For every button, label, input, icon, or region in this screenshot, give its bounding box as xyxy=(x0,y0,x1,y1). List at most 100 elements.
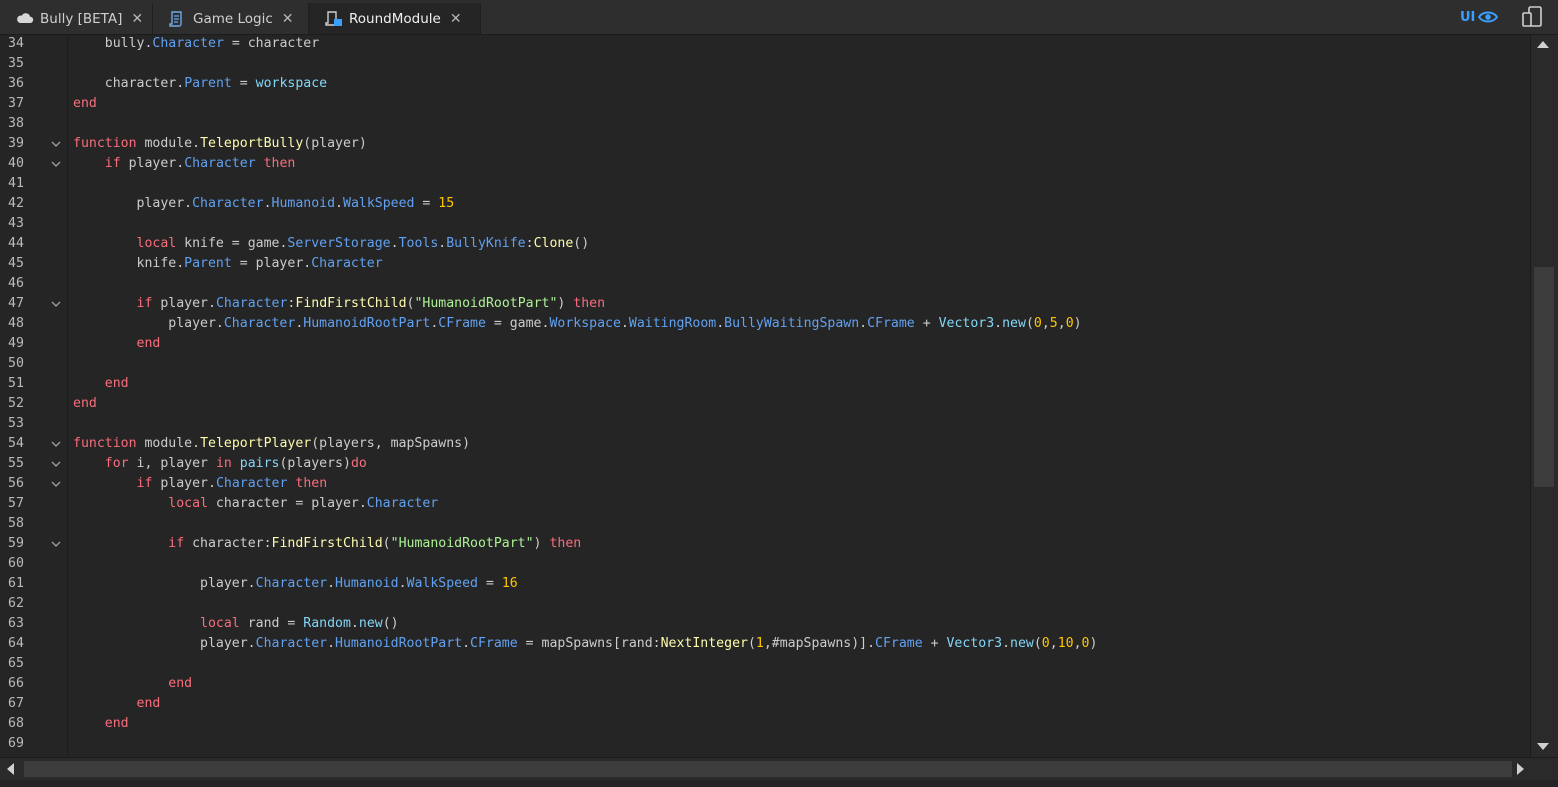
code-text: player.Character.Humanoid.WalkSpeed = 16 xyxy=(73,574,518,594)
code-line[interactable]: 49 end xyxy=(0,334,1530,354)
code-line[interactable]: 38 xyxy=(0,114,1530,134)
tab-game-logic[interactable]: Game Logic ✕ xyxy=(153,3,309,34)
code-line[interactable]: 66 end xyxy=(0,674,1530,694)
scroll-right-arrow-icon[interactable] xyxy=(1517,763,1524,775)
line-number: 34 xyxy=(8,36,24,51)
code-token: CFrame xyxy=(875,636,923,651)
line-number: 40 xyxy=(8,156,24,171)
code-line[interactable]: 50 xyxy=(0,354,1530,374)
code-token: ( xyxy=(747,636,756,651)
line-number: 42 xyxy=(8,196,24,211)
code-line[interactable]: 56 if player.Character then xyxy=(0,474,1530,494)
fold-chevron-icon[interactable] xyxy=(50,458,62,470)
fold-chevron-icon[interactable] xyxy=(50,478,62,490)
code-line[interactable]: 36 character.Parent = workspace xyxy=(0,74,1530,94)
code-text: player.Character.Humanoid.WalkSpeed = 15 xyxy=(73,194,455,214)
code-token: 0 xyxy=(1065,316,1074,331)
line-number: 54 xyxy=(8,436,24,451)
code-line[interactable]: 37 end xyxy=(0,94,1530,114)
code-token: knife. xyxy=(73,256,185,271)
vertical-scroll-thumb[interactable] xyxy=(1534,267,1554,487)
tab-roundmodule[interactable]: RoundModule ✕ xyxy=(309,3,481,34)
horizontal-scroll-thumb[interactable] xyxy=(24,761,1512,777)
device-emulator-button[interactable] xyxy=(1520,6,1544,28)
code-token: CFrame xyxy=(470,636,518,651)
scroll-left-arrow-icon[interactable] xyxy=(7,763,14,775)
scroll-down-arrow-icon[interactable] xyxy=(1537,743,1549,750)
close-icon[interactable]: ✕ xyxy=(131,11,143,27)
code-line[interactable]: 60 xyxy=(0,554,1530,574)
horizontal-scrollbar[interactable] xyxy=(0,757,1558,780)
script-editor[interactable]: 34 bully.Character = character 35 36 chara… xyxy=(0,35,1530,757)
code-line[interactable]: 59 if character:FindFirstChild("Humanoid… xyxy=(0,534,1530,554)
code-token: ) xyxy=(557,296,574,311)
code-token: end xyxy=(73,96,97,111)
code-line[interactable]: 43 xyxy=(0,214,1530,234)
code-token: "HumanoidRootPart" xyxy=(414,296,558,311)
fold-chevron-icon[interactable] xyxy=(50,138,62,150)
code-token: Character xyxy=(255,576,328,591)
ui-visibility-toggle[interactable]: UI xyxy=(1460,8,1499,26)
code-line[interactable]: 65 xyxy=(0,654,1530,674)
vertical-scrollbar[interactable] xyxy=(1530,35,1558,757)
code-token: Workspace xyxy=(549,316,621,331)
code-line[interactable]: 57 local character = player.Character xyxy=(0,494,1530,514)
code-token: end xyxy=(104,376,129,391)
code-line[interactable]: 51 end xyxy=(0,374,1530,394)
code-token: knife = game. xyxy=(176,236,288,251)
code-line[interactable]: 69 xyxy=(0,734,1530,754)
code-line[interactable]: 67 end xyxy=(0,694,1530,714)
code-token: pairs xyxy=(239,456,280,471)
code-line[interactable]: 55 for i, player in pairs(players)do xyxy=(0,454,1530,474)
code-line[interactable]: 40 if player.Character then xyxy=(0,154,1530,174)
fold-chevron-icon[interactable] xyxy=(50,538,62,550)
code-token: Character xyxy=(223,316,296,331)
code-line[interactable]: 35 xyxy=(0,54,1530,74)
code-line[interactable]: 44 local knife = game.ServerStorage.Tool… xyxy=(0,234,1530,254)
code-token: player. xyxy=(73,196,193,211)
code-line[interactable]: 48 player.Character.HumanoidRootPart.CFr… xyxy=(0,314,1530,334)
code-line[interactable]: 54 function module.TeleportPlayer(players… xyxy=(0,434,1530,454)
code-line[interactable]: 41 xyxy=(0,174,1530,194)
code-line[interactable]: 61 player.Character.Humanoid.WalkSpeed =… xyxy=(0,574,1530,594)
code-line[interactable]: 42 player.Character.Humanoid.WalkSpeed =… xyxy=(0,194,1530,214)
status-strip xyxy=(0,780,1558,787)
fold-chevron-icon[interactable] xyxy=(50,298,62,310)
line-number: 49 xyxy=(8,336,24,351)
code-token: character = player. xyxy=(207,496,367,511)
code-line[interactable]: 68 end xyxy=(0,714,1530,734)
code-token: . xyxy=(1002,636,1011,651)
code-token: ,#mapSpawns)]. xyxy=(763,636,876,651)
close-icon[interactable]: ✕ xyxy=(282,11,294,27)
tab-bully-beta[interactable]: Bully [BETA] ✕ xyxy=(0,3,153,34)
code-line[interactable]: 63 local rand = Random.new() xyxy=(0,614,1530,634)
line-number: 43 xyxy=(8,216,24,231)
code-line[interactable]: 34 bully.Character = character xyxy=(0,35,1530,54)
code-token: 0 xyxy=(1033,316,1042,331)
code-token: . xyxy=(327,636,336,651)
code-line[interactable]: 46 xyxy=(0,274,1530,294)
device-emulator-icon xyxy=(1522,6,1542,27)
code-token: : xyxy=(525,236,534,251)
close-icon[interactable]: ✕ xyxy=(450,11,462,27)
code-line[interactable]: 64 player.Character.HumanoidRootPart.CFr… xyxy=(0,634,1530,654)
code-line[interactable]: 58 xyxy=(0,514,1530,534)
code-token: (players, mapSpawns) xyxy=(311,436,471,451)
code-line[interactable]: 62 xyxy=(0,594,1530,614)
code-token: in xyxy=(215,456,232,471)
fold-chevron-icon[interactable] xyxy=(50,158,62,170)
code-line[interactable]: 53 xyxy=(0,414,1530,434)
code-line[interactable]: 47 if player.Character:FindFirstChild("H… xyxy=(0,294,1530,314)
code-token: = character xyxy=(223,36,320,51)
code-line[interactable]: 39 function module.TeleportBully(player) xyxy=(0,134,1530,154)
code-line[interactable]: 52 end xyxy=(0,394,1530,414)
code-token: BullyWaitingSpawn xyxy=(724,316,860,331)
scroll-up-arrow-icon[interactable] xyxy=(1537,41,1549,48)
code-token: = game. xyxy=(485,316,550,331)
fold-chevron-icon[interactable] xyxy=(50,438,62,450)
code-token: + xyxy=(922,636,947,651)
code-line[interactable]: 45 knife.Parent = player.Character xyxy=(0,254,1530,274)
